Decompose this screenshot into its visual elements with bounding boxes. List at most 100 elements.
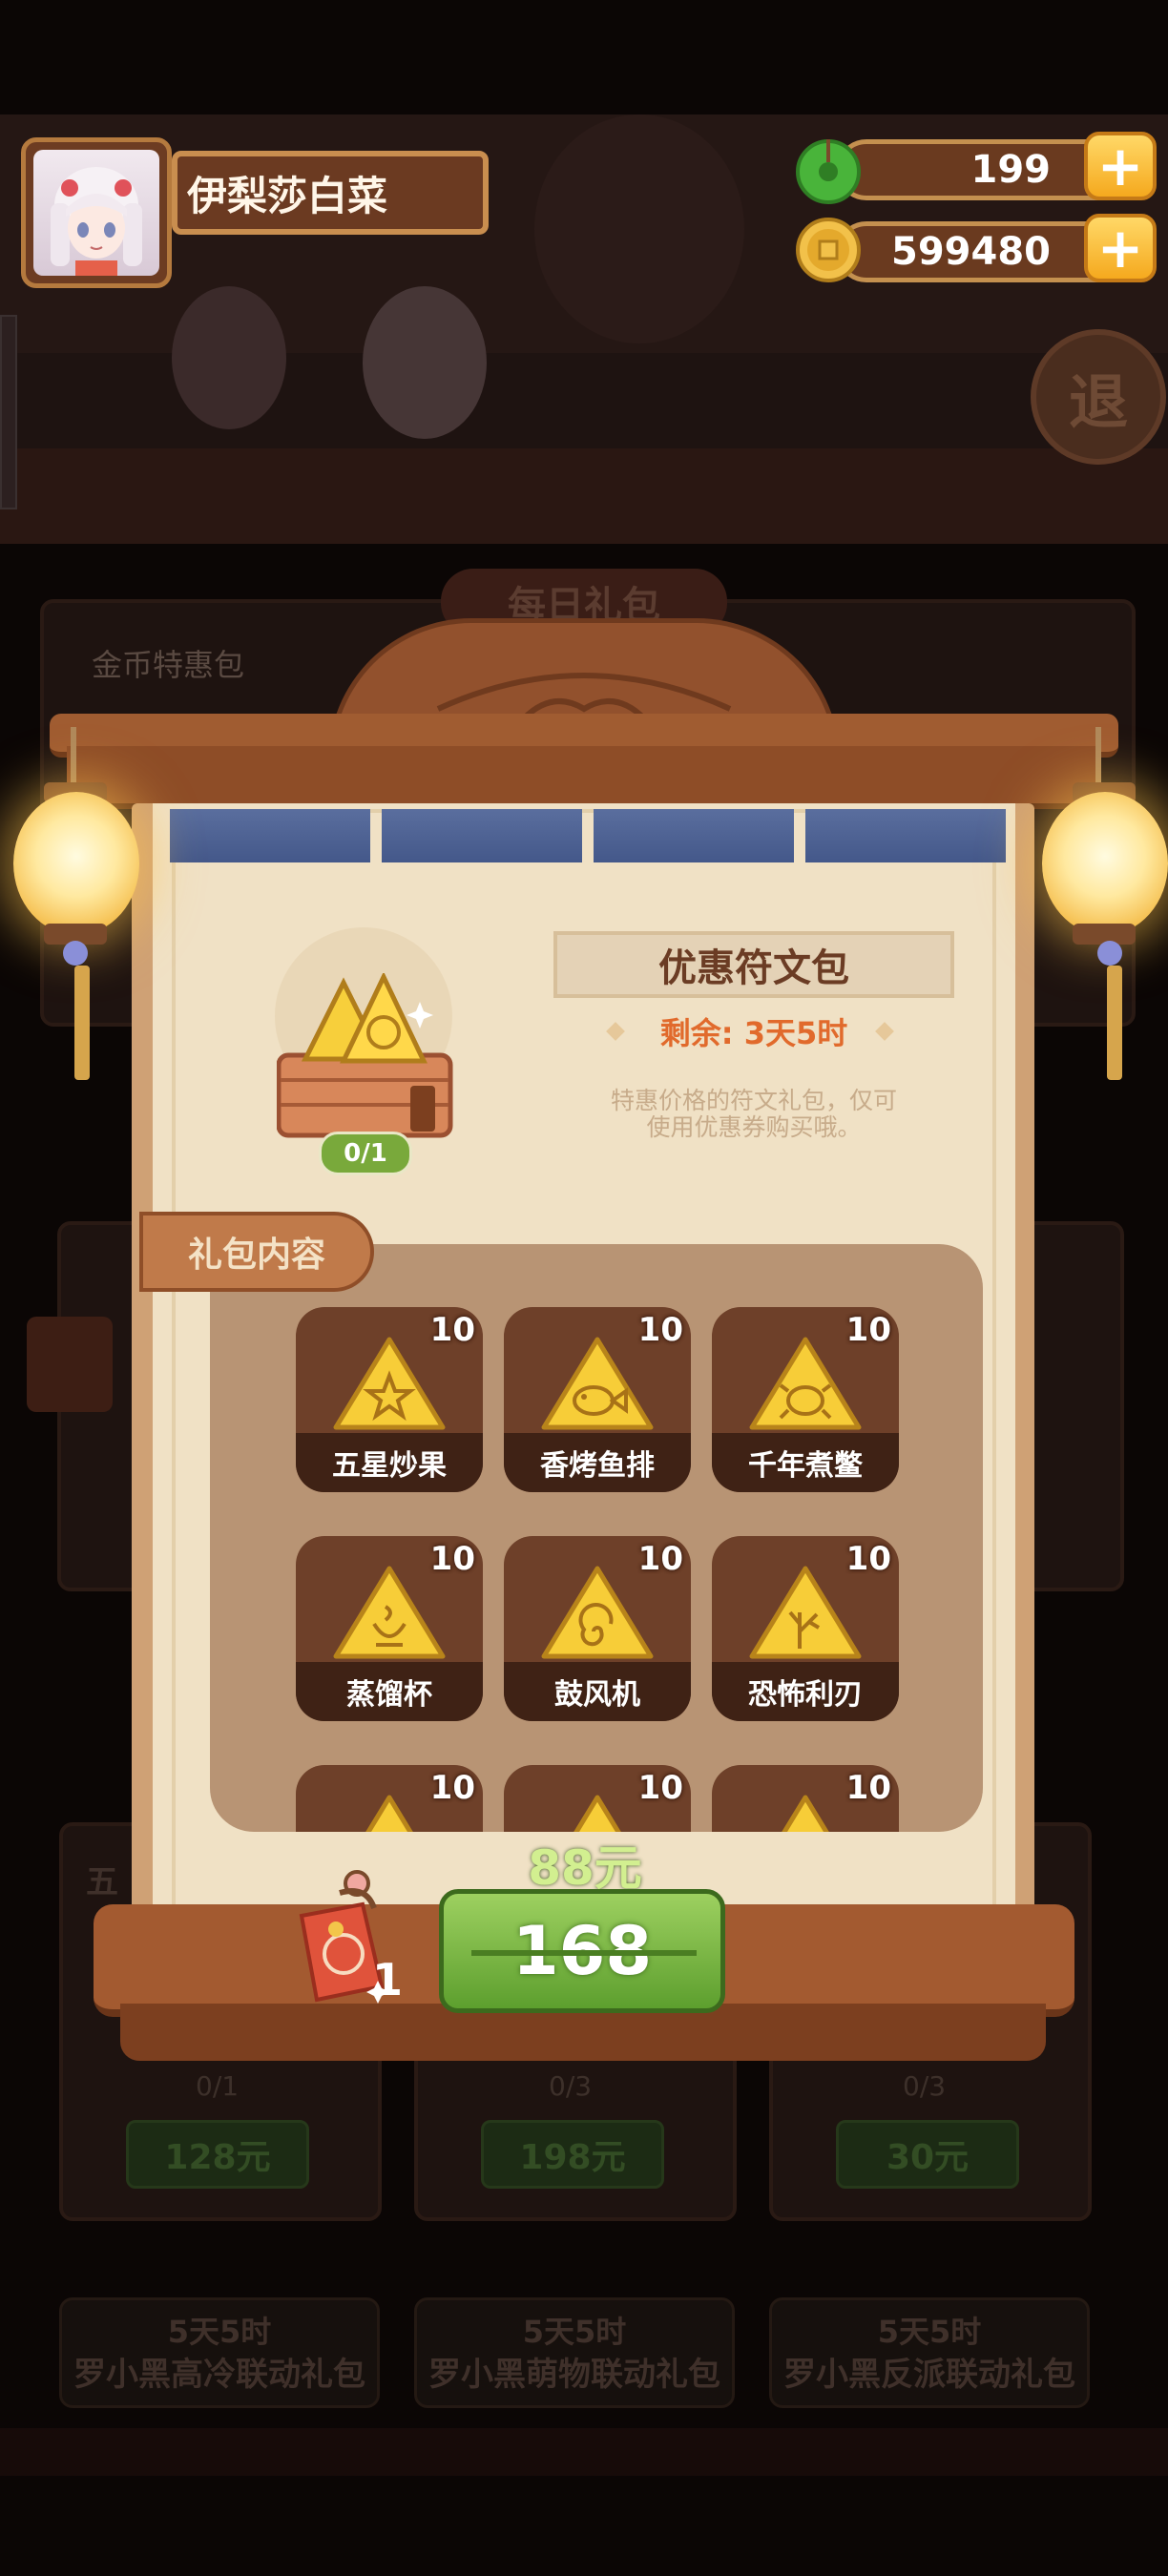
background-price-button-2[interactable]: 198元	[481, 2120, 664, 2189]
turtle-rune-icon	[748, 1336, 863, 1435]
jade-value: 199	[970, 148, 1052, 192]
add-jade-button[interactable]: +	[1084, 132, 1157, 200]
item-name: 蒸馏杯	[346, 1678, 432, 1712]
player-name: 伊梨莎白菜	[187, 172, 388, 219]
cup-rune-icon	[332, 1565, 447, 1664]
background-count-1: 0/1	[196, 2070, 240, 2102]
left-lantern-bead	[63, 941, 88, 966]
rune-chest-icon	[276, 971, 458, 1154]
star-rune-icon	[332, 1336, 447, 1435]
item-card[interactable]: 10 鼓风机	[504, 1536, 691, 1721]
item-qty: 10	[429, 1769, 475, 1807]
left-lantern-cord	[71, 727, 76, 784]
background-bundle-3[interactable]: 5天5时 罗小黑反派联动礼包	[769, 2297, 1090, 2408]
top-tile-4	[805, 809, 1006, 862]
pack-title-plate: 优惠符文包	[553, 931, 954, 998]
background-count-2: 0/3	[549, 2070, 593, 2102]
item-card[interactable]: 10	[296, 1765, 483, 1832]
purchase-count: 0/1	[344, 1139, 387, 1168]
coupon-count: 1	[372, 1954, 404, 2005]
item-name: 五星炒果	[332, 1449, 447, 1483]
fish-rune-icon	[540, 1336, 655, 1435]
background-floor	[0, 448, 1168, 544]
background-coupon-icon	[27, 1317, 113, 1412]
top-tile-3	[594, 809, 794, 862]
contents-tab-label: 礼包内容	[187, 1236, 325, 1275]
item-card[interactable]: 10 千年煮鳖	[712, 1307, 899, 1492]
background-bundle-3-name: 罗小黑反派联动礼包	[783, 2356, 1075, 2394]
price-strikethrough	[471, 1950, 697, 1956]
item-qty: 10	[637, 1769, 683, 1807]
top-tile-2	[382, 809, 582, 862]
background-count-3: 0/3	[903, 2070, 947, 2102]
background-bundle-1-time: 5天5时	[167, 2314, 272, 2350]
background-price-button-1[interactable]: 128元	[126, 2120, 309, 2189]
side-handle[interactable]	[0, 315, 17, 509]
coin-value: 599480	[891, 230, 1051, 274]
pack-title: 优惠符文包	[658, 946, 849, 990]
item-card[interactable]: 10	[712, 1765, 899, 1832]
exit-button-label: 退	[1068, 367, 1128, 437]
item-qty: 10	[845, 1311, 891, 1349]
avatar[interactable]	[21, 137, 172, 288]
item-qty: 10	[637, 1540, 683, 1578]
background-window	[534, 114, 744, 343]
avatar-portrait	[33, 150, 159, 276]
item-name: 香烤鱼排	[540, 1449, 655, 1483]
item-name: 鼓风机	[554, 1678, 640, 1712]
item-label-band: 五星炒果	[296, 1433, 483, 1492]
remaining-time: 剩余: 3天5时	[659, 1015, 848, 1051]
item-card[interactable]: 10 蒸馏杯	[296, 1536, 483, 1721]
background-price-button-3[interactable]: 30元	[836, 2120, 1019, 2189]
item-qty: 10	[429, 1540, 475, 1578]
background-bundle-2[interactable]: 5天5时 罗小黑萌物联动礼包	[414, 2297, 735, 2408]
item-label-band: 蒸馏杯	[296, 1662, 483, 1721]
right-lantern	[1042, 792, 1168, 935]
left-lantern	[13, 792, 139, 935]
spiral-rune-icon	[540, 1565, 655, 1664]
bottom-bar	[0, 2428, 1168, 2476]
background-price-label-1: 128元	[164, 2138, 271, 2177]
add-coin-button[interactable]: +	[1084, 214, 1157, 282]
jade-icon	[794, 135, 863, 204]
item-name: 恐怖利刃	[748, 1678, 863, 1712]
background-price-label-2: 198元	[519, 2138, 626, 2177]
item-card[interactable]: 10	[504, 1765, 691, 1832]
left-lantern-tassel	[74, 966, 90, 1080]
section-gold-pack-title: 金币特惠包	[92, 647, 245, 683]
right-lantern-cord	[1095, 727, 1101, 784]
contents-panel[interactable]: 10 五星炒果 10 香烤鱼排 10 千年煮鳖 10 蒸馏杯 10 鼓风机 10	[210, 1244, 983, 1832]
popup-top-beam-lower	[67, 746, 1101, 809]
top-tile-1	[170, 809, 370, 862]
item-qty: 10	[845, 1540, 891, 1578]
right-lantern-tassel	[1107, 966, 1122, 1080]
background-character-1	[172, 286, 286, 429]
item-qty: 10	[637, 1311, 683, 1349]
item-label-band: 千年煮鳖	[712, 1433, 899, 1492]
item-card[interactable]: 10 五星炒果	[296, 1307, 483, 1492]
item-qty: 10	[845, 1769, 891, 1807]
item-card[interactable]: 10 香烤鱼排	[504, 1307, 691, 1492]
item-label-band: 恐怖利刃	[712, 1662, 899, 1721]
blade-rune-icon	[748, 1565, 863, 1664]
background-bundle-3-time: 5天5时	[877, 2314, 982, 2350]
pack-description: 特惠价格的符文礼包，仅可使用优惠券购买哦。	[610, 1087, 897, 1141]
item-label-band: 鼓风机	[504, 1662, 691, 1721]
item-label-band: 香烤鱼排	[504, 1433, 691, 1492]
item-card[interactable]: 10 恐怖利刃	[712, 1536, 899, 1721]
background-bundle-2-time: 5天5时	[522, 2314, 627, 2350]
purchase-count-badge: 0/1	[319, 1132, 412, 1175]
coin-icon	[794, 216, 863, 284]
background-card-label: 五	[86, 1863, 118, 1901]
background-bundle-2-name: 罗小黑萌物联动礼包	[428, 2356, 720, 2394]
background-bundle-1[interactable]: 5天5时 罗小黑高冷联动礼包	[59, 2297, 380, 2408]
exit-button[interactable]: 退	[1031, 329, 1166, 465]
player-name-plate: 伊梨莎白菜	[172, 151, 489, 235]
background-price-label-3: 30元	[886, 2138, 970, 2177]
item-qty: 10	[429, 1311, 475, 1349]
contents-tab: 礼包内容	[139, 1212, 374, 1292]
right-lantern-bead	[1097, 941, 1122, 966]
item-name: 千年煮鳖	[748, 1449, 863, 1483]
background-character-2	[363, 286, 487, 439]
background-bundle-1-name: 罗小黑高冷联动礼包	[73, 2356, 365, 2394]
